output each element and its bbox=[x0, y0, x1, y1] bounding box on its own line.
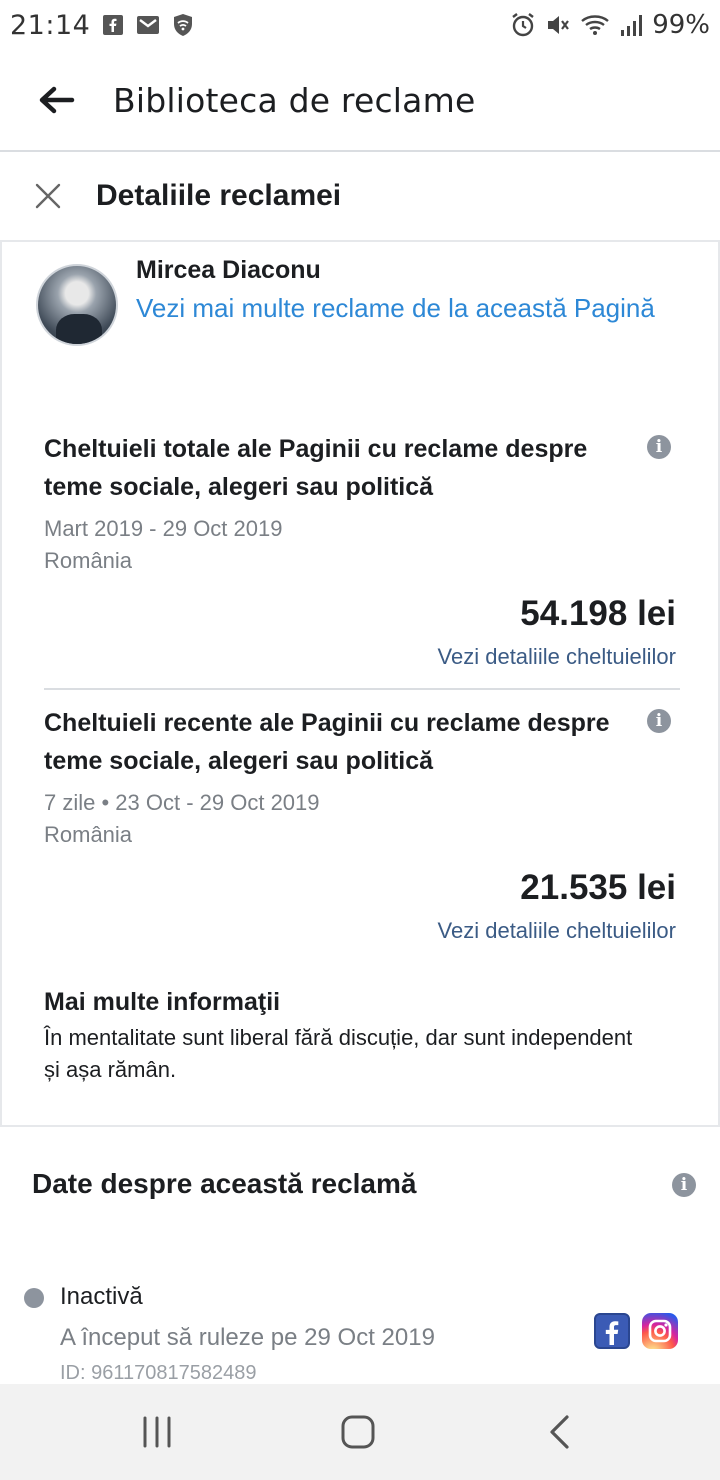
alarm-icon bbox=[512, 13, 534, 37]
more-info-title: Mai multe informaţii bbox=[44, 988, 281, 1016]
wifi-icon bbox=[581, 15, 609, 35]
recent-spend-details-link[interactable]: Vezi detaliile cheltuielilor bbox=[438, 918, 676, 944]
battery-level: 99% bbox=[652, 10, 710, 40]
status-bar: 21:14 99% bbox=[0, 0, 720, 50]
page-name[interactable]: Mircea Diaconu bbox=[136, 256, 321, 285]
info-icon[interactable]: i bbox=[672, 1173, 696, 1197]
recent-spend-country: România bbox=[44, 822, 133, 847]
page-title: Biblioteca de reclame bbox=[113, 81, 476, 120]
total-spend-amount: 54.198 lei bbox=[520, 594, 676, 633]
total-spend-period: Mart 2019 - 29 Oct 2019 bbox=[44, 516, 283, 541]
app-bar: Biblioteca de reclame bbox=[0, 50, 720, 152]
facebook-icon bbox=[594, 1313, 630, 1349]
status-dot-icon bbox=[24, 1288, 44, 1308]
shield-wifi-icon bbox=[174, 14, 193, 36]
signal-icon bbox=[621, 15, 643, 36]
mail-icon bbox=[137, 16, 160, 34]
detail-header: Detaliile reclamei bbox=[0, 152, 720, 240]
ad-id: ID: 961170817582489 bbox=[60, 1362, 257, 1384]
divider bbox=[44, 688, 680, 690]
close-icon[interactable] bbox=[34, 182, 62, 210]
ad-status: Inactivă bbox=[60, 1283, 143, 1310]
ad-data-title: Date despre această reclamă bbox=[32, 1168, 417, 1199]
info-icon[interactable]: i bbox=[647, 435, 671, 459]
ad-start-date: A început să ruleze pe 29 Oct 2019 bbox=[60, 1324, 435, 1351]
back-arrow-icon[interactable] bbox=[36, 80, 76, 120]
recent-apps-icon[interactable] bbox=[137, 1412, 177, 1452]
more-ads-link[interactable]: Vezi mai multe reclame de la această Pag… bbox=[136, 290, 656, 326]
recent-spend-period: 7 zile • 23 Oct - 29 Oct 2019 bbox=[44, 790, 320, 815]
home-icon[interactable] bbox=[338, 1412, 378, 1452]
total-spend-title: Cheltuieli totale ale Paginii cu reclame… bbox=[44, 435, 588, 501]
total-spend-details-link[interactable]: Vezi detaliile cheltuielilor bbox=[438, 644, 676, 670]
clock: 21:14 bbox=[10, 9, 91, 41]
instagram-icon bbox=[642, 1313, 678, 1349]
facebook-icon bbox=[103, 15, 124, 35]
back-nav-icon[interactable] bbox=[540, 1412, 580, 1452]
system-nav-bar bbox=[0, 1384, 720, 1480]
mute-icon bbox=[548, 16, 570, 34]
more-info-text: În mentalitate sunt liberal fără discuți… bbox=[44, 1025, 633, 1082]
recent-spend-title: Cheltuieli recente ale Paginii cu reclam… bbox=[44, 709, 610, 775]
info-icon[interactable]: i bbox=[647, 709, 671, 733]
ad-detail-card: Mircea Diaconu Vezi mai multe reclame de… bbox=[0, 240, 720, 1127]
avatar[interactable] bbox=[36, 264, 118, 346]
total-spend-country: România bbox=[44, 548, 133, 573]
recent-spend-amount: 21.535 lei bbox=[520, 868, 676, 907]
detail-title: Detaliile reclamei bbox=[96, 179, 342, 212]
